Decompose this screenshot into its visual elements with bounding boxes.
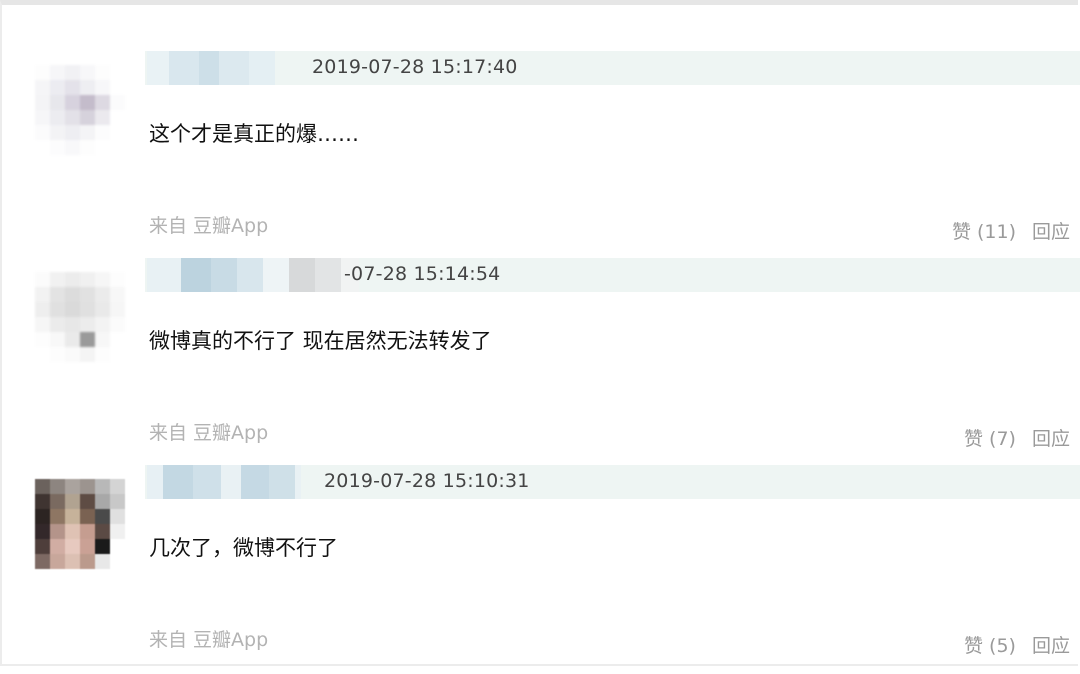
comment-source: 来自 豆瓣App [149, 215, 269, 237]
comment-item: 2019-07-28 15:10:31 几次了，微博不行了 来自 豆瓣App 赞… [2, 459, 1080, 665]
comment-timestamp: 2019-07-28 15:17:40 [312, 56, 518, 78]
avatar[interactable] [35, 479, 125, 569]
like-button[interactable]: 赞 (5) [964, 631, 1016, 658]
comment-source: 来自 豆瓣App [149, 629, 269, 651]
comment-text: 几次了，微博不行了 [149, 536, 338, 560]
comment-list: 2019-07-28 15:17:40 这个才是真正的爆…… 来自 豆瓣App … [0, 0, 1080, 666]
comment-actions: 赞 (11) 回应 [952, 217, 1070, 244]
comment-text: 微博真的不行了 现在居然无法转发了 [149, 329, 492, 353]
username[interactable] [147, 258, 359, 292]
username[interactable] [147, 465, 301, 499]
username[interactable] [147, 51, 275, 85]
comment-header [145, 51, 1080, 85]
reply-button[interactable]: 回应 [1032, 217, 1070, 244]
avatar[interactable] [35, 65, 125, 155]
comment-timestamp: -07-28 15:14:54 [344, 263, 501, 285]
reply-button[interactable]: 回应 [1032, 631, 1070, 658]
comment-actions: 赞 (5) 回应 [964, 631, 1070, 658]
reply-button[interactable]: 回应 [1032, 424, 1070, 451]
comment-actions: 赞 (7) 回应 [964, 424, 1070, 451]
comment-item: 2019-07-28 15:17:40 这个才是真正的爆…… 来自 豆瓣App … [2, 45, 1080, 251]
comment-text: 这个才是真正的爆…… [149, 122, 359, 146]
comment-source: 来自 豆瓣App [149, 422, 269, 444]
like-button[interactable]: 赞 (11) [952, 217, 1016, 244]
comment-item: -07-28 15:14:54 微博真的不行了 现在居然无法转发了 来自 豆瓣A… [2, 252, 1080, 458]
like-button[interactable]: 赞 (7) [964, 424, 1016, 451]
avatar[interactable] [35, 272, 125, 362]
comment-timestamp: 2019-07-28 15:10:31 [324, 470, 530, 492]
